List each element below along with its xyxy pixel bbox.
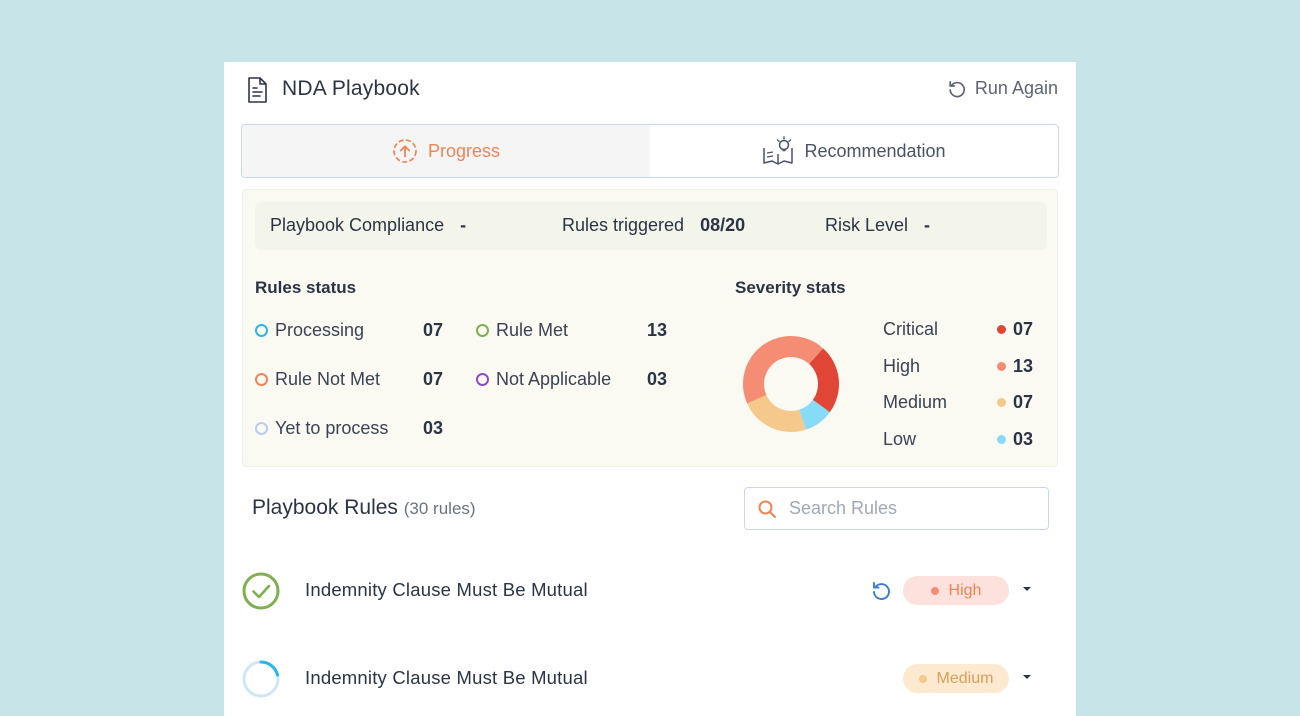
severity-badge: Medium	[903, 664, 1009, 693]
severity-value: 03	[1013, 429, 1034, 449]
severity-label: Low	[883, 429, 917, 449]
severity-dot-icon	[918, 674, 927, 683]
chevron-down-icon[interactable]	[1022, 672, 1032, 682]
processing-spinner-icon	[242, 660, 280, 698]
status-value: 03	[423, 418, 444, 438]
status-not-applicable: Not Applicable	[476, 369, 611, 390]
rule-text: Indemnity Clause Must Be Mutual	[305, 579, 588, 600]
severity-dot-icon	[930, 586, 939, 595]
rules-count: (30 rules)	[403, 499, 476, 518]
status-rule-not-met: Rule Not Met	[255, 369, 380, 390]
status-rule-met: Rule Met	[476, 320, 568, 341]
compliance-label: Playbook Compliance	[270, 215, 445, 235]
yet-to-process-ring-icon	[255, 422, 268, 435]
panel-header: NDA Playbook Run Again	[246, 75, 1058, 105]
status-yet-to-process: Yet to process	[255, 418, 388, 439]
severity-donut-chart	[743, 336, 839, 432]
status-value: 07	[423, 369, 444, 389]
compliance-value: -	[460, 215, 467, 235]
rules-status-title: Rules status	[255, 278, 357, 297]
summary-bar: Playbook Compliance - Rules triggered 08…	[255, 202, 1047, 250]
rule-met-ring-icon	[476, 324, 489, 337]
rule-met-check-icon	[242, 572, 280, 610]
status-processing: Processing	[255, 320, 364, 341]
status-label: Rule Met	[496, 320, 569, 340]
low-dot-icon	[997, 435, 1006, 444]
document-list-icon	[248, 77, 267, 103]
status-label: Yet to process	[275, 418, 389, 438]
search-box	[744, 487, 1049, 530]
compliance-stat: Playbook Compliance -	[270, 215, 466, 236]
triggered-value: 08/20	[700, 215, 746, 235]
tab-recommendation-label: Recommendation	[804, 140, 946, 161]
status-label: Processing	[275, 320, 365, 340]
run-again-button[interactable]: Run Again	[947, 78, 1058, 99]
status-value: 13	[647, 320, 668, 340]
donut-slice-high	[743, 336, 824, 404]
stats-card: Playbook Compliance - Rules triggered 08…	[242, 189, 1058, 467]
severity-stats-title: Severity stats	[735, 278, 846, 297]
tab-bar: Progress Recommendation	[241, 124, 1059, 178]
severity-badge-label: High	[948, 581, 982, 599]
critical-dot-icon	[997, 325, 1006, 334]
processing-ring-icon	[255, 324, 268, 337]
rule-text: Indemnity Clause Must Be Mutual	[305, 667, 588, 688]
risk-stat: Risk Level -	[825, 215, 930, 236]
tab-progress-label: Progress	[427, 140, 501, 161]
status-value: 07	[423, 320, 444, 340]
severity-badge-label: Medium	[936, 669, 994, 687]
rerun-rule-icon[interactable]	[870, 580, 892, 602]
severity-label: Medium	[883, 392, 948, 412]
status-label: Rule Not Met	[275, 369, 381, 389]
severity-value: 07	[1013, 392, 1034, 412]
search-icon	[758, 500, 776, 518]
rule-row[interactable]: Indemnity Clause Must Be Mutual Medium	[242, 657, 1058, 701]
triggered-stat: Rules triggered 08/20	[562, 215, 745, 236]
risk-label: Risk Level	[825, 215, 909, 235]
donut-slice-medium	[747, 394, 806, 432]
chevron-down-icon[interactable]	[1022, 584, 1032, 594]
severity-value: 13	[1013, 356, 1034, 376]
severity-label: High	[883, 356, 921, 376]
refresh-icon	[949, 80, 965, 97]
medium-dot-icon	[997, 398, 1006, 407]
severity-label: Critical	[883, 319, 939, 339]
status-label: Not Applicable	[496, 369, 612, 389]
rule-not-met-ring-icon	[255, 373, 268, 386]
risk-value: -	[924, 215, 931, 235]
progress-icon	[393, 139, 417, 163]
playbook-rules-title: Playbook Rules	[252, 496, 398, 519]
not-applicable-ring-icon	[476, 373, 489, 386]
severity-value: 07	[1013, 319, 1034, 339]
playbook-panel: NDA Playbook Run Again Progress Recommen…	[224, 62, 1076, 716]
run-again-label: Run Again	[974, 78, 1058, 98]
search-input[interactable]	[789, 498, 1019, 519]
triggered-label: Rules triggered	[562, 215, 685, 235]
playbook-rules-heading: Playbook Rules (30 rules)	[252, 496, 476, 520]
status-value: 03	[647, 369, 668, 389]
page-title: NDA Playbook	[282, 77, 420, 100]
tab-recommendation[interactable]: Recommendation	[650, 125, 1058, 177]
tab-progress[interactable]: Progress	[242, 125, 650, 177]
book-lightbulb-icon	[763, 136, 794, 165]
severity-badge: High	[903, 576, 1009, 605]
rule-row[interactable]: Indemnity Clause Must Be Mutual High	[242, 569, 1058, 613]
high-dot-icon	[997, 362, 1006, 371]
